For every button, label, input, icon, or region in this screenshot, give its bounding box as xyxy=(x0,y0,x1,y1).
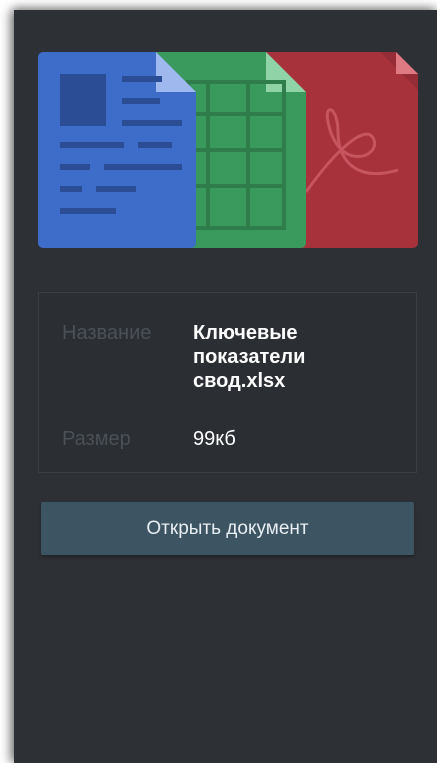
file-info-card: Название Ключевые показатели свод.xlsx Р… xyxy=(38,292,417,473)
file-name-value: Ключевые показатели свод.xlsx xyxy=(193,322,306,392)
file-name-row: Название Ключевые показатели свод.xlsx xyxy=(62,321,353,393)
open-document-button[interactable]: Открыть документ xyxy=(41,502,414,555)
file-size-label: Размер xyxy=(62,428,131,450)
file-size-value: 99кб xyxy=(193,428,236,450)
file-name-label: Название xyxy=(62,322,152,344)
file-types-illustration xyxy=(38,52,418,248)
text-document-icon xyxy=(38,52,196,248)
file-size-row: Размер 99кб xyxy=(62,427,353,451)
